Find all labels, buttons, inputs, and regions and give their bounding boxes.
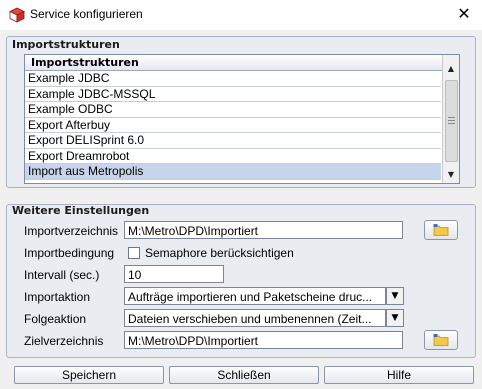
list-item[interactable]: Example JDBC (25, 71, 441, 87)
scroll-up-arrow-icon[interactable]: ▲ (443, 61, 459, 77)
close-icon[interactable]: ✕ (452, 3, 476, 25)
semaphore-checkbox-label[interactable]: Semaphore berücksichtigen (145, 246, 294, 260)
follow-action-dropdown-arrow-icon[interactable]: ▼ (386, 309, 404, 327)
scroll-down-arrow-icon[interactable]: ▼ (443, 167, 459, 183)
list-item[interactable]: Example ODBC (25, 102, 441, 118)
grip-line (448, 123, 455, 124)
list-item[interactable]: Export Dreamrobot (25, 149, 441, 164)
import-dir-label: Importverzeichnis (24, 224, 119, 238)
list-scrollbar[interactable]: ▲ ▼ (442, 55, 459, 183)
list-rows: Example JDBC Example JDBC-MSSQL Example … (25, 71, 441, 180)
import-action-label: Importaktion (24, 290, 91, 304)
close-button[interactable]: Schließen (169, 366, 319, 384)
import-condition-label: Importbedingung (24, 246, 115, 260)
list-item[interactable]: Example JDBC-MSSQL (25, 87, 441, 102)
follow-action-label: Folgeaktion (24, 312, 87, 326)
import-structures-group-title: Importstrukturen (12, 38, 120, 51)
folder-icon (433, 334, 449, 346)
import-dir-browse-button[interactable] (424, 220, 458, 240)
window-title: Service konfigurieren (30, 7, 143, 21)
list-item[interactable]: Export Afterbuy (25, 118, 441, 133)
scrollbar-thumb[interactable] (445, 80, 458, 162)
list-column-header[interactable]: Importstrukturen (25, 55, 447, 71)
interval-input[interactable]: 10 (124, 265, 224, 283)
target-dir-browse-button[interactable] (424, 330, 458, 350)
semaphore-checkbox[interactable] (128, 247, 140, 259)
grip-line (448, 120, 455, 121)
help-button[interactable]: Hilfe (324, 366, 474, 384)
grip-line (448, 117, 455, 118)
interval-label: Intervall (sec.) (24, 268, 100, 282)
follow-action-select[interactable]: Dateien verschieben und umbenennen (Zeit… (124, 309, 386, 327)
app-cube-icon (9, 7, 25, 23)
title-bar: Service konfigurieren ✕ (0, 0, 482, 30)
further-settings-group-title: Weitere Einstellungen (12, 204, 150, 217)
list-item[interactable]: Export DELISprint 6.0 (25, 133, 441, 149)
target-dir-label: Zielverzeichnis (24, 334, 104, 348)
save-button[interactable]: Speichern (14, 366, 164, 384)
import-structures-list[interactable]: Importstrukturen Example JDBC Example JD… (24, 54, 460, 184)
import-dir-input[interactable]: M:\Metro\DPD\Importiert (124, 221, 403, 239)
folder-icon (433, 224, 449, 236)
list-item-selected[interactable]: Import aus Metropolis (25, 164, 441, 180)
target-dir-input[interactable]: M:\Metro\DPD\Importiert (124, 331, 403, 349)
import-action-dropdown-arrow-icon[interactable]: ▼ (386, 287, 404, 305)
import-action-select[interactable]: Aufträge importieren und Paketscheine dr… (124, 287, 386, 305)
